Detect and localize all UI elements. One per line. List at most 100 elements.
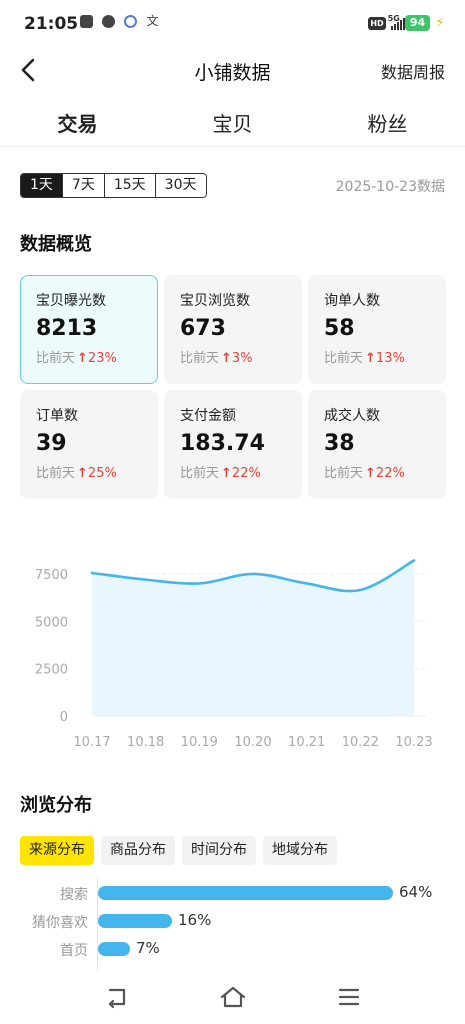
arrow-up-icon: ↑ (221, 351, 232, 366)
metric-label: 订单数 (36, 408, 78, 424)
overview-title: 数据概览 (20, 234, 92, 255)
range-7day-button[interactable]: 7天 (62, 174, 105, 197)
tab-label: 宝贝 (212, 112, 253, 136)
x-tick-label: 10.22 (342, 735, 379, 750)
trend-chart-svg: 0 2500 5000 7500 10.17 10.18 10.19 10.20 10.21 10… (35, 559, 433, 750)
x-tick-label: 10.17 (73, 735, 110, 750)
system-home-button[interactable] (220, 984, 246, 1010)
range-selector: 1天 7天 15天 30天 (20, 173, 207, 198)
metric-change: 13% (375, 351, 405, 366)
x-tick-label: 10.23 (395, 735, 432, 750)
overview-cards: 宝贝曝光数 8213 比前天 ↑23% 宝贝浏览数 673 比前天 ↑3% 询单人数… (20, 275, 446, 499)
app-icon (124, 15, 137, 28)
metric-card-orders[interactable]: 订单数 39 比前天 ↑25% (20, 390, 158, 499)
metric-compare: 比前天 ↑23% (36, 347, 157, 366)
x-tick-label: 10.18 (127, 735, 164, 750)
system-back-button[interactable] (104, 984, 130, 1010)
bar-label: 首页 (60, 943, 88, 959)
bar-value: 7% (136, 939, 160, 957)
weekly-report-link[interactable]: 数据周报 (381, 59, 445, 83)
range-row: 1天 7天 15天 30天 2025-10-23数据 (20, 173, 445, 199)
bar-fill (98, 886, 393, 900)
distribution-title: 浏览分布 (20, 795, 92, 816)
bar-row: 猜你喜欢 16% (0, 911, 465, 931)
bar-label: 猜你喜欢 (32, 915, 88, 931)
metric-compare: 比前天 ↑25% (36, 462, 157, 481)
compare-label: 比前天 (324, 351, 364, 366)
back-icon (108, 988, 126, 1009)
compare-label: 比前天 (180, 466, 220, 481)
bar-label: 搜索 (60, 887, 88, 903)
metric-label: 询单人数 (324, 293, 380, 309)
data-date-label: 2025-10-23数据 (335, 179, 445, 195)
arrow-up-icon: ↑ (77, 351, 88, 366)
compare-label: 比前天 (180, 351, 220, 366)
x-tick-label: 10.21 (288, 735, 325, 750)
metric-card-buyers[interactable]: 成交人数 38 比前天 ↑22% (308, 390, 446, 499)
bar-row: 首页 7% (0, 939, 465, 959)
metric-value: 39 (36, 431, 67, 456)
distribution-tabs: 来源分布 商品分布 时间分布 地域分布 (20, 836, 337, 865)
mail-icon (80, 15, 93, 28)
y-tick-label: 2500 (35, 663, 68, 678)
metric-change: 25% (87, 466, 117, 481)
home-icon (220, 986, 246, 1008)
metric-label: 宝贝曝光数 (36, 293, 106, 309)
y-tick-label: 0 (60, 710, 68, 725)
metric-value: 183.74 (180, 431, 265, 456)
y-tick-label: 5000 (35, 615, 68, 630)
system-menu-button[interactable] (336, 984, 362, 1010)
main-tabs: 交易 宝贝 粉丝 (0, 100, 465, 146)
signal-icon (390, 16, 405, 30)
range-30day-button[interactable]: 30天 (155, 174, 206, 197)
notification-icons: 文 (80, 15, 159, 28)
y-tick-label: 7500 (35, 568, 68, 583)
metric-card-inquiries[interactable]: 询单人数 58 比前天 ↑13% (308, 275, 446, 384)
metric-change: 22% (375, 466, 405, 481)
arrow-up-icon: ↑ (77, 466, 88, 481)
system-indicators: HD 5G 94 ⚡ (368, 14, 445, 31)
tab-region[interactable]: 地域分布 (263, 836, 337, 865)
metric-value: 8213 (36, 316, 98, 341)
status-bar: 21:05 文 HD 5G 94 ⚡ (0, 0, 465, 48)
tab-label: 交易 (57, 112, 98, 136)
bar-value: 64% (399, 883, 433, 901)
metric-card-views[interactable]: 宝贝浏览数 673 比前天 ↑3% (164, 275, 302, 384)
hd-badge: HD (368, 16, 386, 30)
battery-icon: 94 (404, 15, 431, 31)
x-tick-label: 10.19 (181, 735, 218, 750)
metric-value: 673 (180, 316, 226, 341)
compare-label: 比前天 (324, 466, 364, 481)
metric-card-exposure[interactable]: 宝贝曝光数 8213 比前天 ↑23% (20, 275, 158, 384)
status-time: 21:05 (24, 14, 79, 34)
metric-change: 3% (231, 351, 253, 366)
metric-compare: 比前天 ↑22% (180, 462, 301, 481)
tab-source[interactable]: 来源分布 (20, 836, 94, 865)
metric-card-payment[interactable]: 支付金额 183.74 比前天 ↑22% (164, 390, 302, 499)
metric-compare: 比前天 ↑22% (324, 462, 445, 481)
tab-items[interactable]: 宝贝 (155, 100, 310, 146)
tab-fans[interactable]: 粉丝 (310, 100, 465, 146)
system-nav-bar (0, 970, 465, 1024)
menu-icon (338, 988, 360, 1006)
trend-chart: 0 2500 5000 7500 10.17 10.18 10.19 10.20 10.21 10… (0, 545, 465, 755)
metric-change: 23% (87, 351, 117, 366)
metric-change: 22% (231, 466, 261, 481)
tab-time[interactable]: 时间分布 (182, 836, 256, 865)
translate-icon: 文 (146, 14, 159, 28)
range-15day-button[interactable]: 15天 (104, 174, 156, 197)
bar-value: 16% (178, 911, 212, 929)
metric-label: 支付金额 (180, 408, 236, 424)
arrow-up-icon: ↑ (365, 466, 376, 481)
compare-label: 比前天 (36, 351, 76, 366)
tab-product[interactable]: 商品分布 (101, 836, 175, 865)
nav-bar: 小铺数据 数据周报 (0, 48, 465, 92)
tab-transaction[interactable]: 交易 (0, 100, 155, 146)
metric-value: 58 (324, 316, 355, 341)
metric-value: 38 (324, 431, 355, 456)
metric-compare: 比前天 ↑13% (324, 347, 445, 366)
arrow-up-icon: ↑ (221, 466, 232, 481)
bar-fill (98, 914, 172, 928)
range-1day-button[interactable]: 1天 (21, 174, 63, 197)
tab-label: 粉丝 (367, 112, 408, 136)
